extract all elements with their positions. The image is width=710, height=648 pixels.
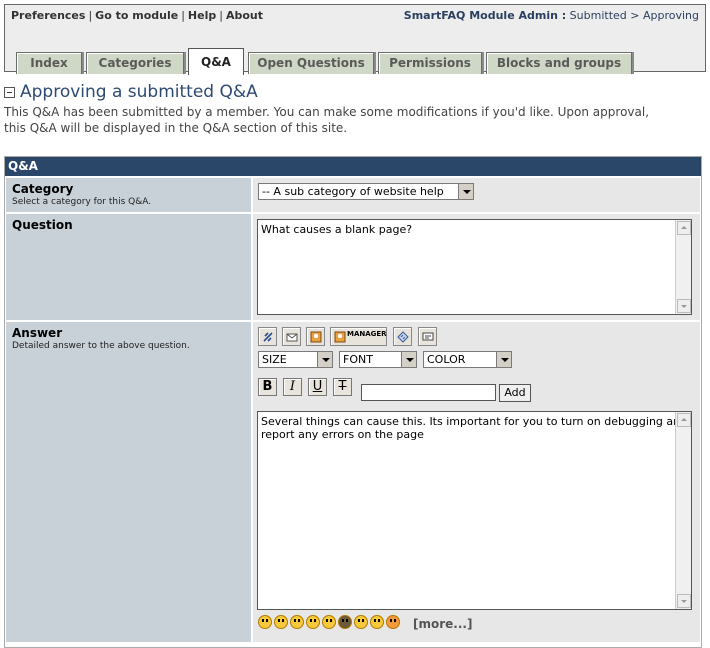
smiley-smile-icon[interactable] (274, 615, 288, 629)
category-help: Select a category for this Q&A. (12, 197, 152, 207)
email-icon (286, 333, 298, 342)
smiley-grin-icon[interactable] (258, 615, 272, 629)
manager-label: MANAGER (347, 330, 387, 338)
underline-button[interactable]: U (308, 378, 327, 396)
answer-label: Answer (12, 326, 63, 340)
about-link[interactable]: About (226, 9, 263, 22)
chevron-down-icon[interactable] (496, 352, 511, 367)
link-icon (263, 332, 273, 342)
breadcrumb-path: Submitted > Approving (569, 9, 699, 22)
more-smileys-link[interactable]: [more...] (413, 617, 472, 631)
go-to-module-link[interactable]: Go to module (95, 9, 178, 22)
size-select[interactable]: SIZE (258, 351, 333, 368)
category-select[interactable]: -- A sub category of website help (258, 183, 474, 200)
image-manager-button[interactable]: MANAGER (330, 327, 387, 346)
answer-help: Detailed answer to the above question. (12, 341, 190, 351)
font-select[interactable]: FONT (339, 351, 417, 368)
question-scrollbar[interactable] (675, 220, 691, 314)
quote-button[interactable] (418, 327, 437, 346)
question-text: What causes a blank page? (261, 223, 413, 236)
smiley-cool-icon[interactable] (338, 615, 352, 629)
question-textarea[interactable]: What causes a blank page? (257, 219, 692, 315)
scroll-up-icon[interactable] (677, 221, 691, 235)
collapse-icon[interactable] (4, 87, 15, 98)
tab-qa[interactable]: Q&A (188, 48, 244, 75)
breadcrumb: SmartFAQ Module Admin : Submitted > Appr… (404, 9, 699, 22)
smiley-laugh-icon[interactable] (354, 615, 368, 629)
question-row: Question What causes a blank page? (5, 214, 701, 320)
image-button[interactable] (306, 327, 325, 346)
tab-permissions[interactable]: Permissions (378, 52, 482, 74)
email-button[interactable] (282, 327, 301, 346)
smiley-mad-icon[interactable] (370, 615, 384, 629)
page-title: Approving a submitted Q&A (20, 82, 258, 102)
module-title: SmartFAQ Module Admin : (403, 9, 567, 22)
help-link[interactable]: Help (188, 9, 216, 22)
color-select[interactable]: COLOR (423, 351, 512, 368)
scroll-down-icon[interactable] (677, 594, 691, 608)
scroll-up-icon[interactable] (677, 413, 691, 427)
question-label: Question (12, 218, 73, 232)
preferences-link[interactable]: Preferences (11, 9, 85, 22)
url-button[interactable] (258, 327, 277, 346)
answer-row: Answer Detailed answer to the above ques… (5, 322, 701, 642)
smiley-sad-icon[interactable] (290, 615, 304, 629)
chevron-down-icon[interactable] (401, 352, 416, 367)
scroll-down-icon[interactable] (677, 299, 691, 313)
size-select-value: SIZE (262, 353, 287, 366)
strikethrough-button[interactable]: T (333, 378, 352, 396)
category-label: Category (12, 182, 74, 196)
tab-categories[interactable]: Categories (86, 52, 184, 74)
color-select-value: COLOR (427, 353, 466, 366)
chevron-down-icon[interactable] (317, 352, 332, 367)
chevron-down-icon[interactable] (458, 184, 473, 199)
intro-text: This Q&A has been submitted by a member.… (4, 105, 650, 135)
font-select-value: FONT (343, 353, 373, 366)
category-row: Category Select a category for this Q&A.… (5, 178, 701, 212)
italic-button[interactable]: I (283, 378, 302, 396)
answer-textarea[interactable]: Several things can cause this. Its impor… (257, 411, 692, 610)
tab-open-questions[interactable]: Open Questions (248, 52, 374, 74)
image-manager-icon (334, 331, 346, 343)
tab-blocks-and-groups[interactable]: Blocks and groups (486, 52, 632, 74)
image-icon (310, 331, 322, 343)
answer-scrollbar[interactable] (675, 412, 691, 609)
admin-header: Preferences | Go to module | Help | About Smar… (4, 4, 706, 75)
tab-index[interactable]: Index (16, 52, 82, 74)
text-input[interactable] (361, 384, 496, 401)
category-select-value: -- A sub category of website help (262, 185, 444, 198)
top-links: Preferences | Go to module | Help | About (11, 9, 263, 22)
form-header: Q&A (5, 157, 701, 176)
bold-button[interactable]: B (258, 378, 277, 396)
smiley-confused-icon[interactable] (322, 615, 336, 629)
smiley-tongue-icon[interactable] (386, 615, 400, 629)
code-icon (397, 331, 409, 343)
quote-icon (422, 332, 434, 341)
code-button[interactable] (393, 327, 412, 346)
smiley-surprised-icon[interactable] (306, 615, 320, 629)
add-button[interactable]: Add (499, 384, 531, 402)
qa-form: Q&A Category Select a category for this … (4, 156, 702, 648)
answer-text: Several things can cause this. Its impor… (261, 415, 688, 441)
